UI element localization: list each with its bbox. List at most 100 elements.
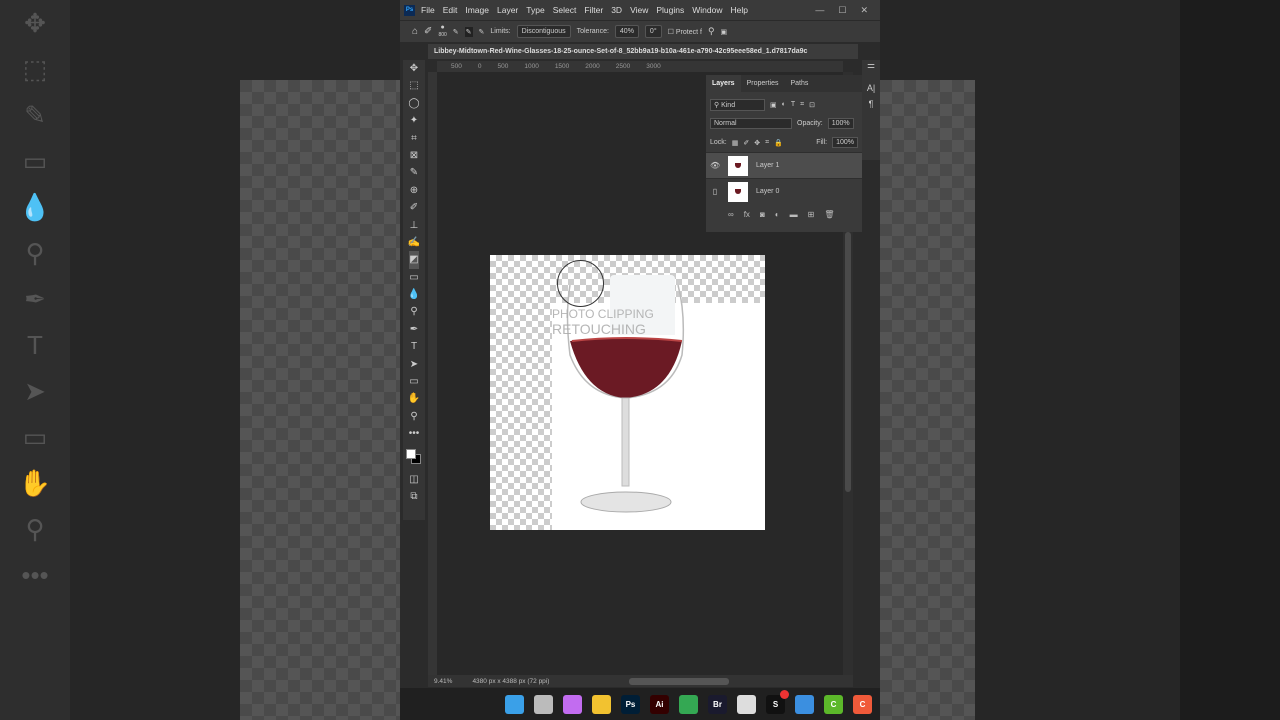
menu-image[interactable]: Image — [465, 5, 489, 15]
fill-input[interactable]: 100% — [832, 137, 858, 148]
lock-artboard-icon[interactable]: ⌗ — [765, 139, 769, 147]
menu-plugins[interactable]: Plugins — [656, 5, 684, 15]
search-icon[interactable]: ⚲ — [708, 26, 715, 37]
healing-tool-icon[interactable]: ⊕ — [410, 182, 418, 199]
color-swatches[interactable] — [406, 448, 422, 465]
taskbar-camtasia-red-icon[interactable]: C — [853, 694, 872, 714]
group-folder-icon[interactable]: ▬ — [790, 210, 798, 219]
menu-3d[interactable]: 3D — [611, 5, 622, 15]
layer-row[interactable]: 👁 Layer 1 — [706, 152, 862, 178]
hand-tool-icon[interactable]: ✋ — [408, 390, 420, 407]
zoom-level[interactable]: 9.41% — [434, 678, 452, 685]
tab-properties[interactable]: Properties — [741, 75, 785, 92]
menu-file[interactable]: File — [421, 5, 435, 15]
stamp-tool-icon[interactable]: ⊥ — [410, 217, 419, 234]
dodge-tool-icon[interactable]: ⚲ — [410, 303, 417, 320]
tolerance-input[interactable]: 40% — [614, 25, 639, 38]
taskbar-bridge-icon[interactable]: Br — [708, 694, 727, 714]
lock-image-icon[interactable]: ✐ — [743, 139, 749, 147]
filter-shape-icon[interactable]: ⌗ — [800, 101, 804, 109]
taskbar-camtasia-icon[interactable]: C — [824, 694, 843, 714]
more-tools-icon[interactable]: ••• — [409, 425, 420, 442]
protect-foreground-checkbox[interactable]: ☐ Protect f — [668, 28, 702, 36]
menu-view[interactable]: View — [630, 5, 648, 15]
document-tab[interactable]: Libbey-Midtown-Red-Wine-Glasses-18-25-ou… — [428, 44, 858, 59]
document-info[interactable]: 4380 px x 4388 px (72 ppi) — [472, 678, 549, 685]
limits-dropdown[interactable]: Discontiguous — [516, 25, 571, 38]
link-layers-icon[interactable]: ∞ — [728, 210, 734, 219]
background-eraser-tool-icon[interactable]: ✐ — [424, 26, 432, 37]
sampling-swatch-icon[interactable]: ✎ — [479, 28, 485, 36]
filter-smart-object-icon[interactable]: ⊡ — [809, 101, 815, 109]
delete-layer-icon[interactable]: 🗑 — [824, 210, 834, 219]
taskbar-copilot-icon[interactable] — [563, 694, 582, 714]
brush-preset-picker[interactable]: ● 800 — [438, 24, 446, 39]
layer-filter-dropdown[interactable]: ⚲ Kind — [710, 98, 765, 111]
sampling-once-icon[interactable]: ✎ — [464, 26, 473, 37]
taskbar-task-view-icon[interactable] — [534, 694, 553, 714]
character-panel-icon[interactable]: A| — [862, 83, 880, 93]
filter-pixel-icon[interactable]: ▣ — [770, 101, 777, 109]
workspace-icon[interactable]: ▣ — [721, 28, 728, 36]
menu-layer[interactable]: Layer — [497, 5, 518, 15]
brush-tool-icon[interactable]: ✐ — [410, 199, 418, 216]
menu-select[interactable]: Select — [553, 5, 577, 15]
lock-position-icon[interactable]: ✥ — [754, 139, 760, 147]
blur-tool-icon[interactable]: 💧 — [408, 286, 420, 303]
tab-layers[interactable]: Layers — [706, 75, 741, 92]
angle-input[interactable]: 0° — [644, 25, 662, 38]
lock-transparent-icon[interactable]: ▦ — [732, 139, 739, 147]
layer-row[interactable]: ▯ Layer 0 — [706, 178, 862, 204]
tab-paths[interactable]: Paths — [784, 75, 814, 92]
taskbar-photos-icon[interactable] — [795, 694, 814, 714]
add-mask-icon[interactable]: ◙ — [760, 210, 765, 219]
menu-edit[interactable]: Edit — [443, 5, 458, 15]
menu-type[interactable]: Type — [526, 5, 544, 15]
taskbar-chrome-icon[interactable] — [679, 694, 698, 714]
path-selection-tool-icon[interactable]: ➤ — [410, 356, 418, 373]
home-icon[interactable]: ⌂ — [412, 26, 418, 37]
eyedropper-tool-icon[interactable]: ✎ — [410, 164, 418, 181]
taskbar-start-icon[interactable] — [505, 694, 524, 714]
eraser-tool-icon[interactable]: ◩ — [409, 251, 419, 269]
visibility-toggle-empty[interactable]: ▯ — [710, 187, 720, 196]
pen-tool-icon[interactable]: ✒ — [410, 321, 418, 338]
magic-wand-tool-icon[interactable]: ✦ — [410, 112, 418, 129]
history-brush-tool-icon[interactable]: ✍ — [408, 234, 420, 251]
visibility-eye-icon[interactable]: 👁 — [710, 161, 720, 170]
taskbar-photoshop-icon[interactable]: Ps — [621, 694, 640, 714]
move-tool-icon[interactable]: ✥ — [410, 60, 418, 77]
taskbar-s-app-icon[interactable]: S — [766, 689, 789, 714]
fx-icon[interactable]: fx — [744, 210, 750, 219]
filter-type-icon[interactable]: T — [791, 101, 795, 108]
minimize-icon[interactable]: — — [815, 5, 824, 16]
rectangle-tool-icon[interactable]: ▭ — [409, 373, 418, 390]
properties-icon[interactable]: ⚌ — [862, 60, 880, 71]
marquee-tool-icon[interactable]: ⬚ — [409, 77, 418, 94]
close-icon[interactable]: ✕ — [860, 5, 868, 16]
blend-mode-dropdown[interactable]: Normal — [710, 118, 792, 129]
menu-filter[interactable]: Filter — [584, 5, 603, 15]
horizontal-scrollbar[interactable] — [629, 677, 730, 685]
gradient-tool-icon[interactable]: ▭ — [409, 269, 418, 286]
sampling-continuous-icon[interactable]: ✎ — [453, 28, 459, 36]
quick-mask-icon[interactable]: ◫ — [409, 471, 418, 488]
menu-window[interactable]: Window — [692, 5, 722, 15]
screen-mode-icon[interactable]: ⧉ — [410, 488, 417, 505]
menu-help[interactable]: Help — [730, 5, 747, 15]
paragraph-panel-icon[interactable]: ¶ — [862, 99, 880, 109]
filter-adjustment-icon[interactable]: ◐ — [782, 101, 786, 108]
type-tool-icon[interactable]: T — [411, 338, 417, 355]
taskbar-illustrator-icon[interactable]: Ai — [650, 694, 669, 714]
maximize-icon[interactable]: ☐ — [838, 5, 846, 16]
new-layer-icon[interactable]: ⊞ — [808, 210, 815, 219]
adjustment-layer-icon[interactable]: ◐ — [775, 210, 780, 219]
lasso-tool-icon[interactable]: ◯ — [408, 95, 419, 112]
frame-tool-icon[interactable]: ⊠ — [410, 147, 418, 164]
taskbar-file-explorer-icon[interactable] — [592, 694, 611, 714]
lock-all-icon[interactable]: 🔒 — [774, 139, 783, 147]
zoom-tool-icon[interactable]: ⚲ — [410, 408, 417, 425]
crop-tool-icon[interactable]: ⌗ — [411, 130, 417, 147]
taskbar-snipping-icon[interactable] — [737, 694, 756, 714]
document-canvas[interactable]: PHOTO CLIPPING RETOUCHING — [490, 255, 765, 530]
